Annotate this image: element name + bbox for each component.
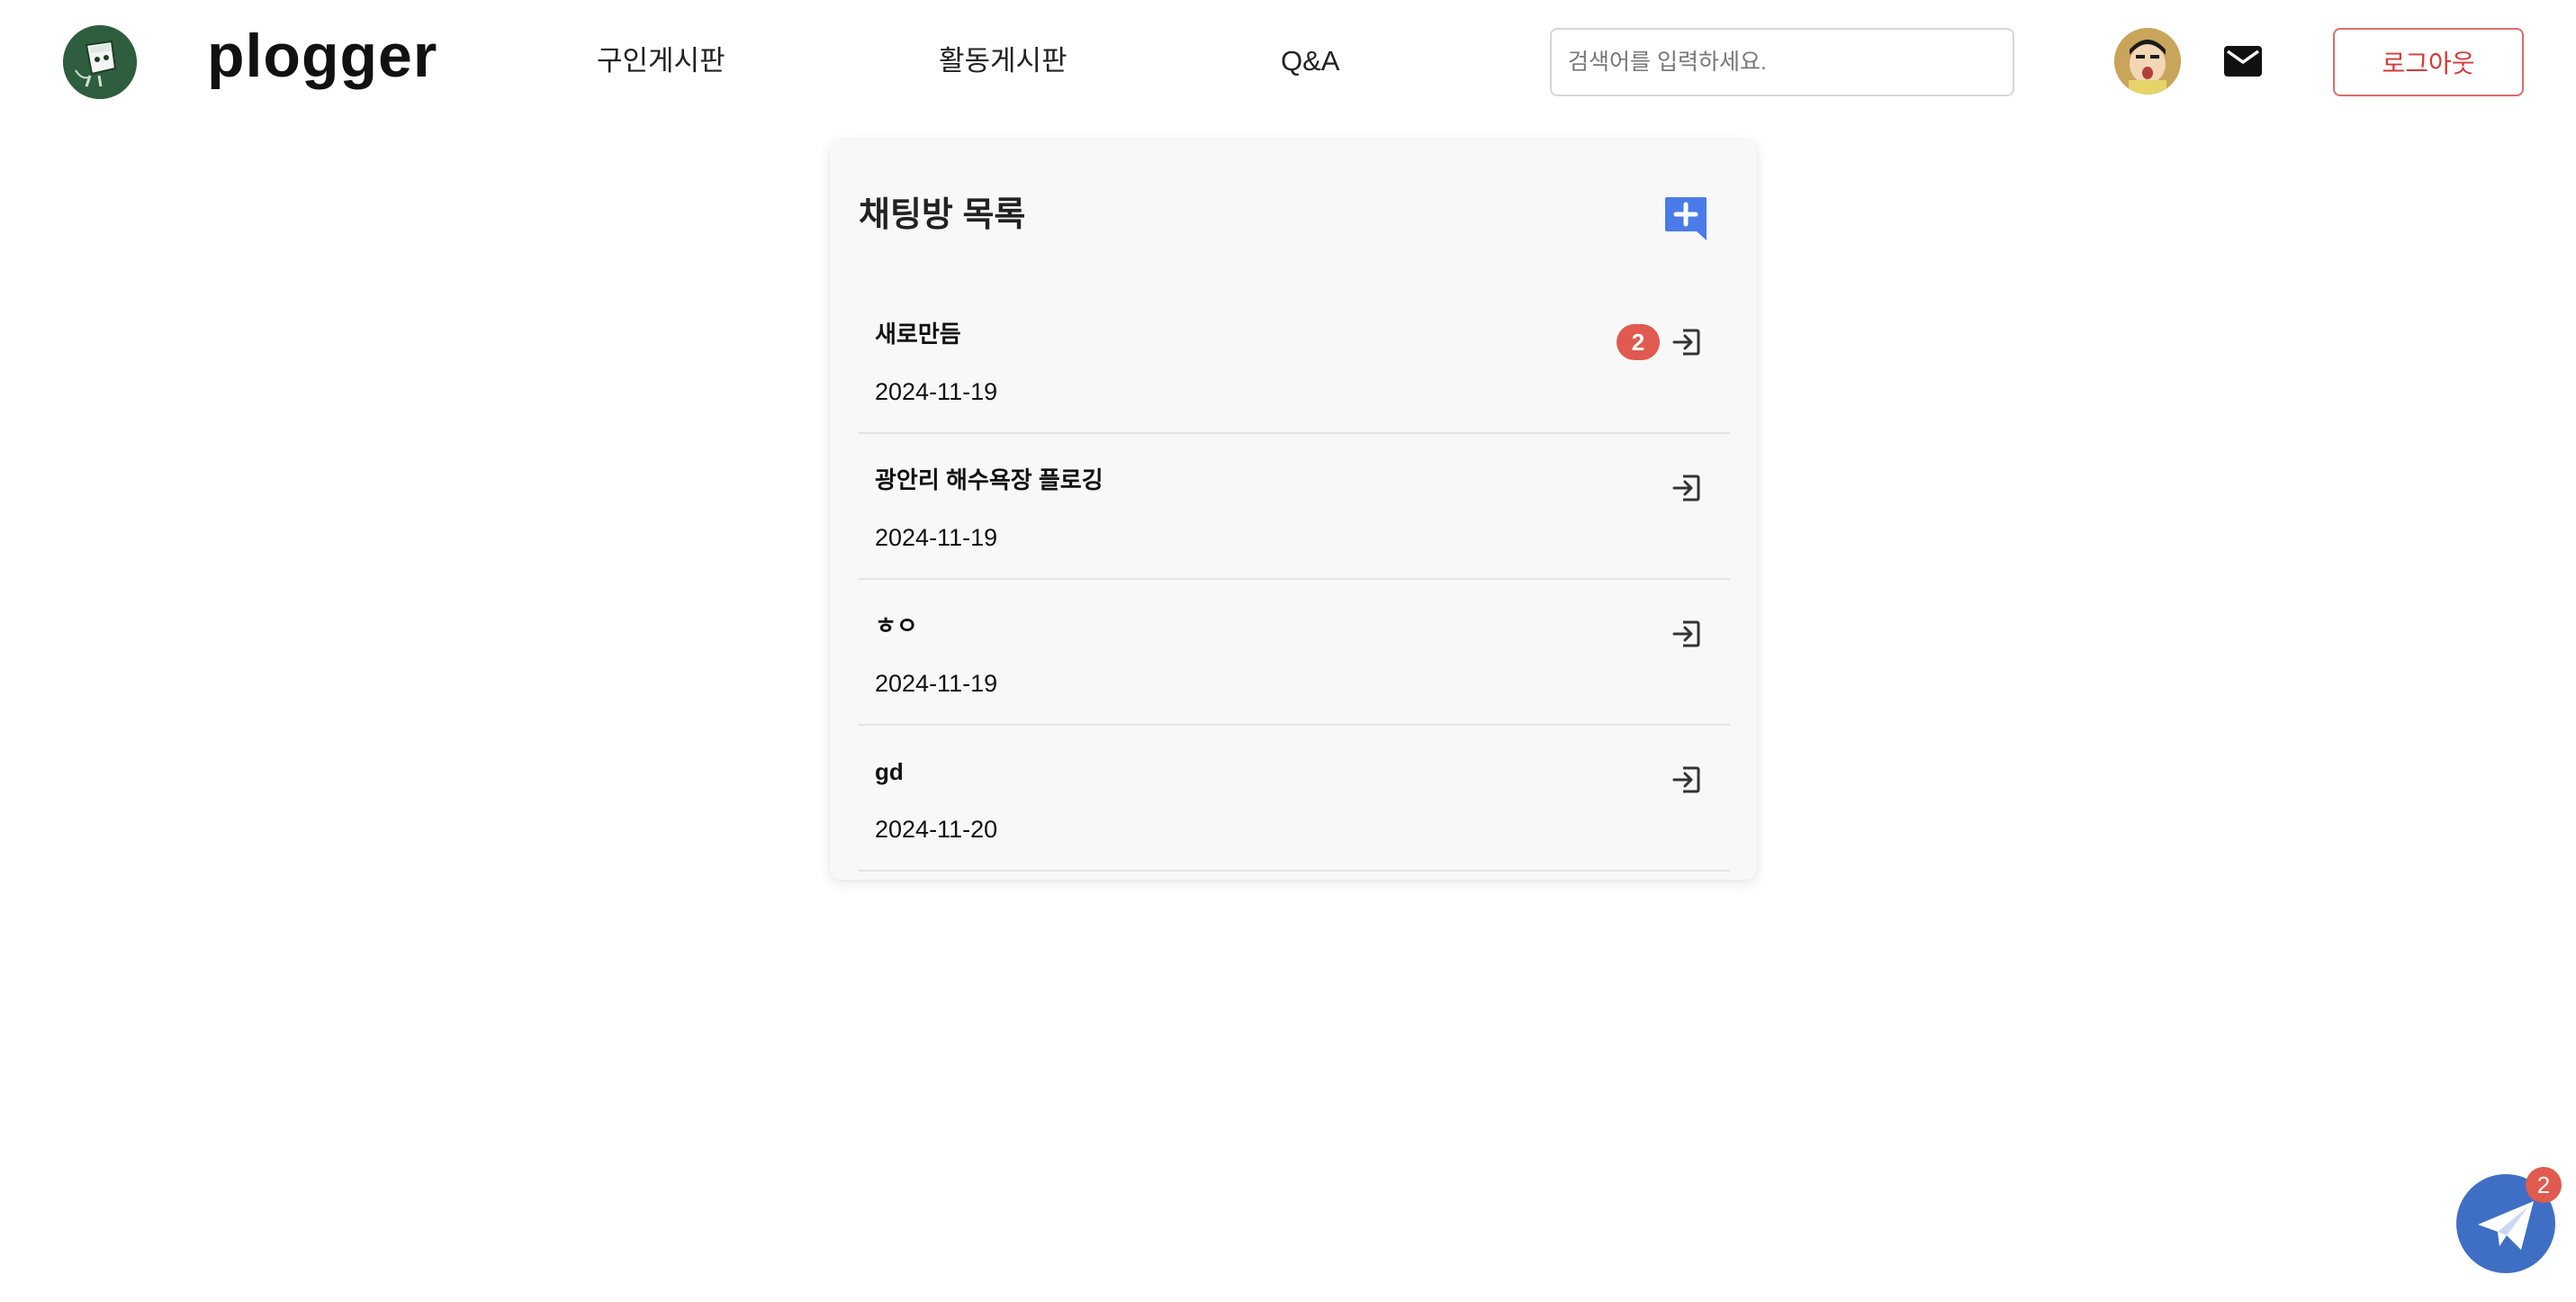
- enter-room-icon[interactable]: [1669, 324, 1705, 360]
- floating-chat-badge: 2: [2526, 1167, 2562, 1203]
- add-chat-icon[interactable]: [1662, 195, 1709, 242]
- mail-icon[interactable]: [2223, 45, 2263, 77]
- chat-room-date: 2024-11-19: [875, 670, 998, 697]
- chat-room-item[interactable]: gd 2024-11-20: [859, 726, 1730, 872]
- chat-room-date: 2024-11-20: [875, 816, 998, 843]
- top-header: plogger 구인게시판 활동게시판 Q&A 로그아웃: [0, 0, 2576, 126]
- chat-room-date: 2024-11-19: [875, 378, 998, 405]
- chat-room-list-panel: 채팅방 목록 새로만듬 2024-11-19 2 광안리 해수욕장 플로깅 20…: [830, 140, 1757, 880]
- search-input[interactable]: [1550, 28, 2014, 96]
- chat-room-name: 새로만듬: [875, 321, 961, 348]
- plogger-logo-icon[interactable]: [63, 25, 137, 99]
- chat-room-name: 광안리 해수욕장 플로깅: [875, 466, 1103, 493]
- chat-room-name: ㅎㅇ: [875, 612, 918, 639]
- chat-room-item[interactable]: ㅎㅇ 2024-11-19: [859, 580, 1730, 726]
- chat-room-name: gd: [875, 758, 904, 785]
- user-avatar[interactable]: [2114, 28, 2181, 95]
- brand-name[interactable]: plogger: [207, 20, 437, 92]
- enter-room-icon[interactable]: [1669, 616, 1705, 652]
- chat-room-item[interactable]: 광안리 해수욕장 플로깅 2024-11-19: [859, 434, 1730, 580]
- enter-room-icon[interactable]: [1669, 470, 1705, 506]
- unread-count-badge: 2: [1617, 324, 1660, 360]
- nav-qna[interactable]: Q&A: [1281, 41, 1339, 81]
- enter-room-icon[interactable]: [1669, 762, 1705, 798]
- chat-room-date: 2024-11-19: [875, 524, 998, 551]
- logout-button[interactable]: 로그아웃: [2333, 28, 2524, 96]
- chat-room-item[interactable]: 새로만듬 2024-11-19 2: [859, 288, 1730, 434]
- nav-recruit-board[interactable]: 구인게시판: [597, 41, 725, 81]
- chat-room-list-title: 채팅방 목록: [859, 196, 1026, 234]
- nav-activity-board[interactable]: 활동게시판: [939, 41, 1067, 81]
